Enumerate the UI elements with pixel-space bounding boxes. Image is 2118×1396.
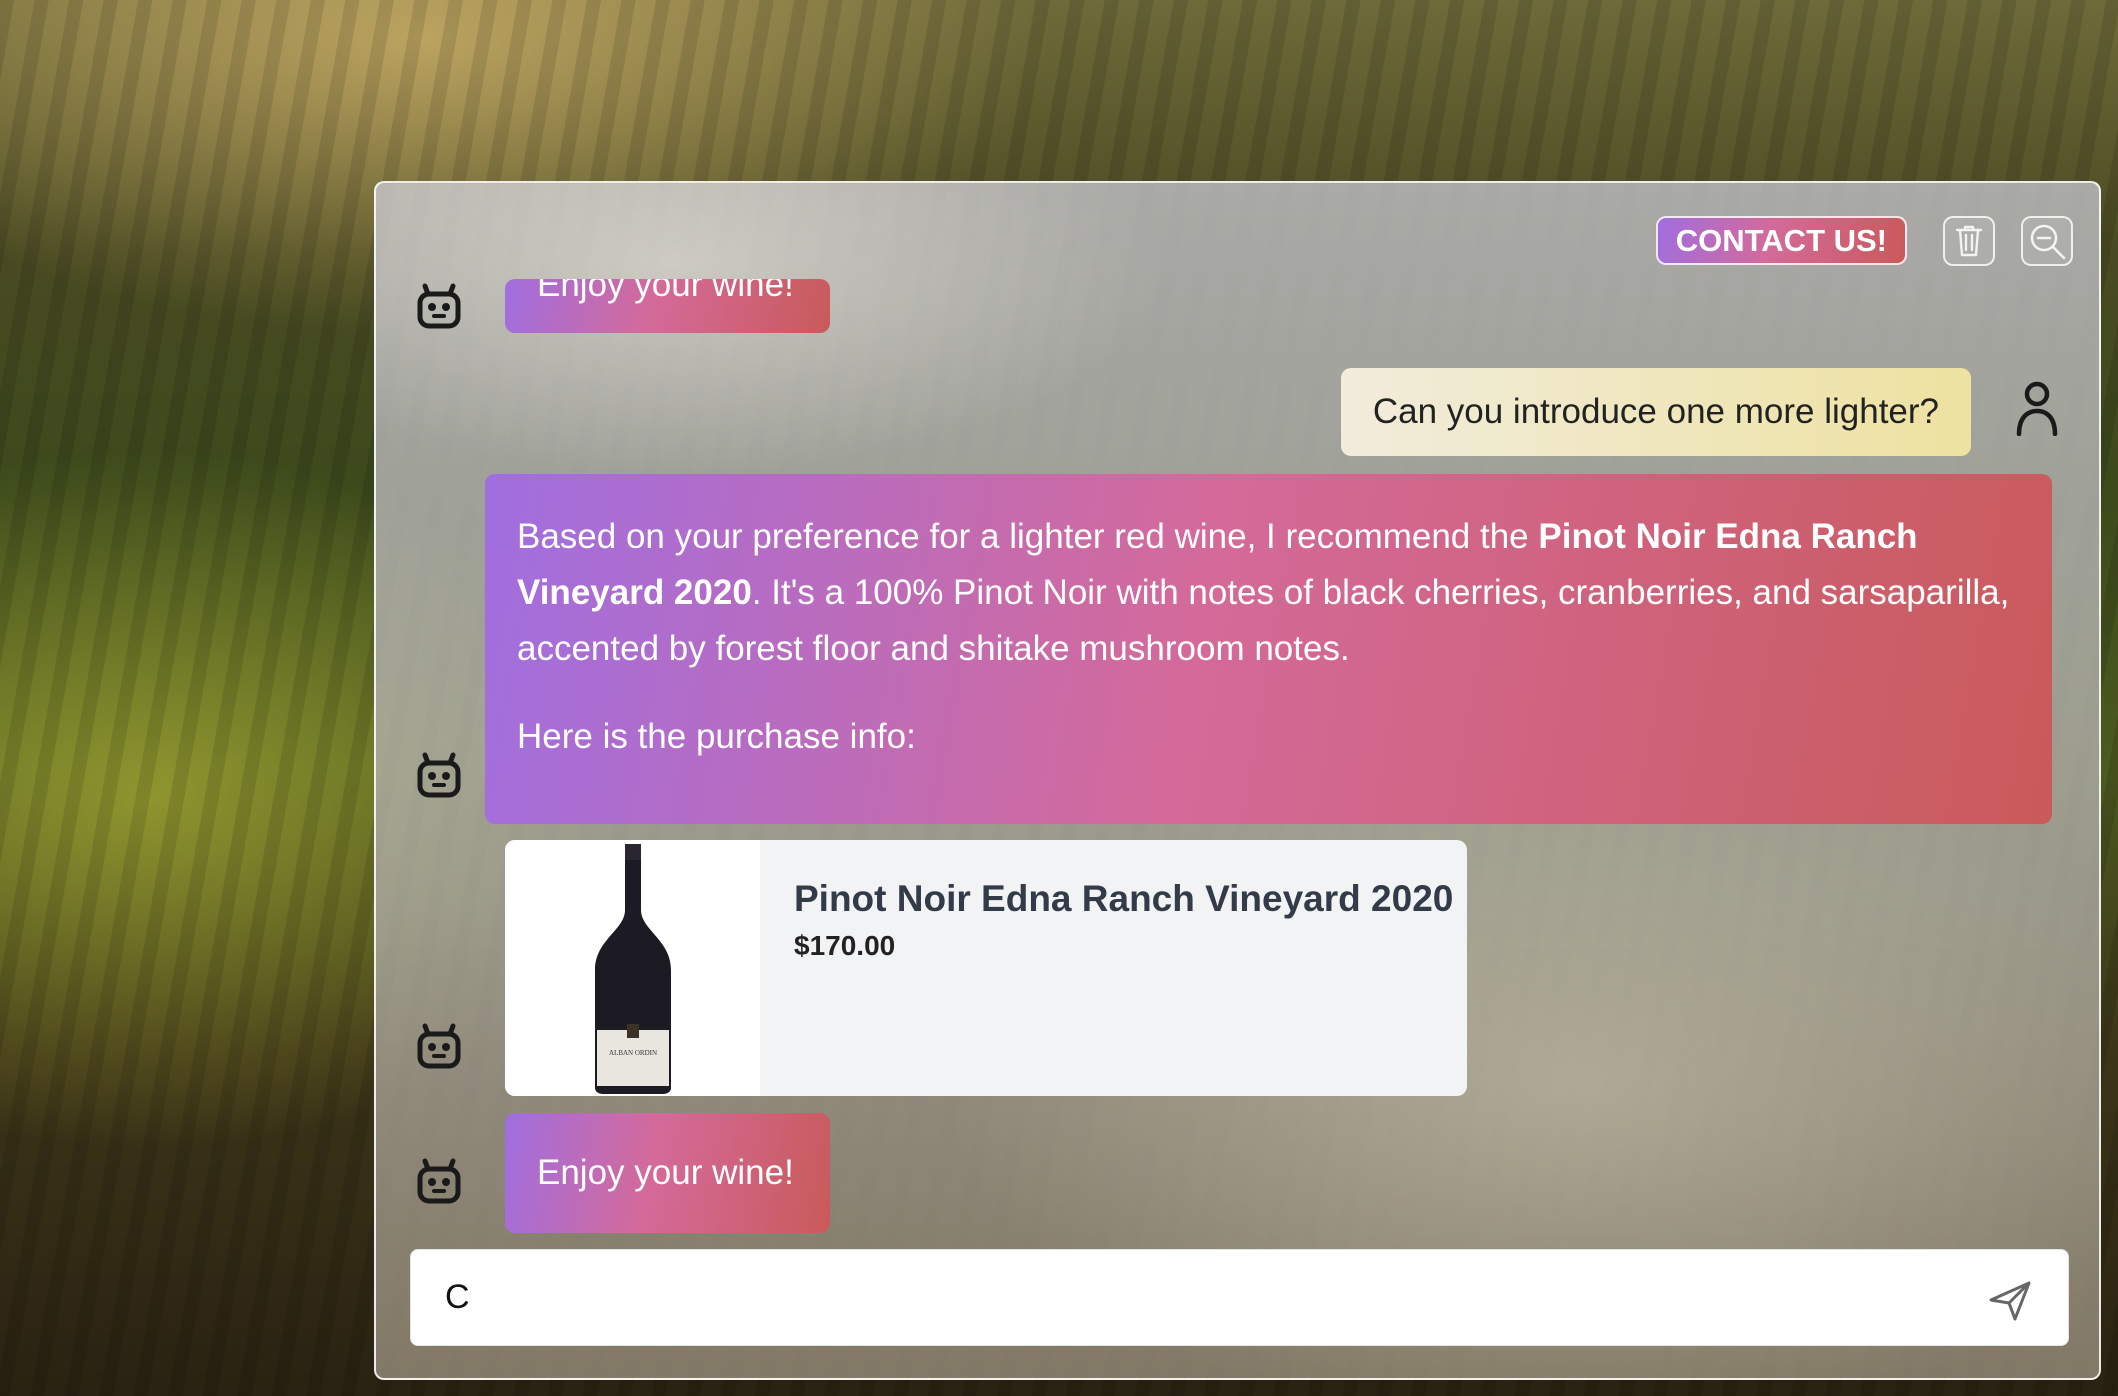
product-name[interactable]: Pinot Noir Edna Ranch Vineyard 2020 <box>794 878 1453 920</box>
bot-avatar-icon <box>417 283 461 329</box>
svg-text:ALBAN ORDIN: ALBAN ORDIN <box>609 1049 657 1057</box>
wine-bottle-image: ALBAN ORDIN <box>595 844 671 1094</box>
send-icon[interactable] <box>1988 1280 2032 1322</box>
user-message: Can you introduce one more lighter? <box>1340 368 1971 456</box>
zoom-out-button[interactable] <box>2021 216 2073 266</box>
bot-avatar-icon <box>417 1023 461 1069</box>
bot-recommendation-message: Based on your preference for a lighter r… <box>485 474 2052 824</box>
contact-us-button[interactable]: CONTACT US! <box>1655 216 1907 265</box>
product-price: $170.00 <box>794 930 896 961</box>
bot-avatar-icon <box>417 752 461 798</box>
message-composer <box>410 1249 2069 1346</box>
user-avatar-icon <box>2016 381 2058 436</box>
bot-closing-message: Enjoy your wine! <box>505 1113 830 1233</box>
bot-avatar-icon <box>417 1158 461 1204</box>
product-image[interactable]: ALBAN ORDIN <box>505 840 760 1096</box>
chat-panel: CONTACT US! Enjoy your wine! Can you int… <box>374 181 2101 1380</box>
bot-message-partial: Enjoy your wine! <box>505 279 830 333</box>
clear-chat-button[interactable] <box>1943 216 1995 266</box>
product-card[interactable]: ALBAN ORDIN Pinot Noir Edna Ranch Vineya… <box>505 840 1467 1096</box>
zoom-out-icon <box>2030 224 2066 260</box>
purchase-info-text: Here is the purchase info: <box>517 717 916 756</box>
trash-icon <box>1955 225 1983 257</box>
message-input[interactable] <box>443 1277 1927 1318</box>
recommendation-text: Based on your preference for a lighter r… <box>517 517 2010 668</box>
